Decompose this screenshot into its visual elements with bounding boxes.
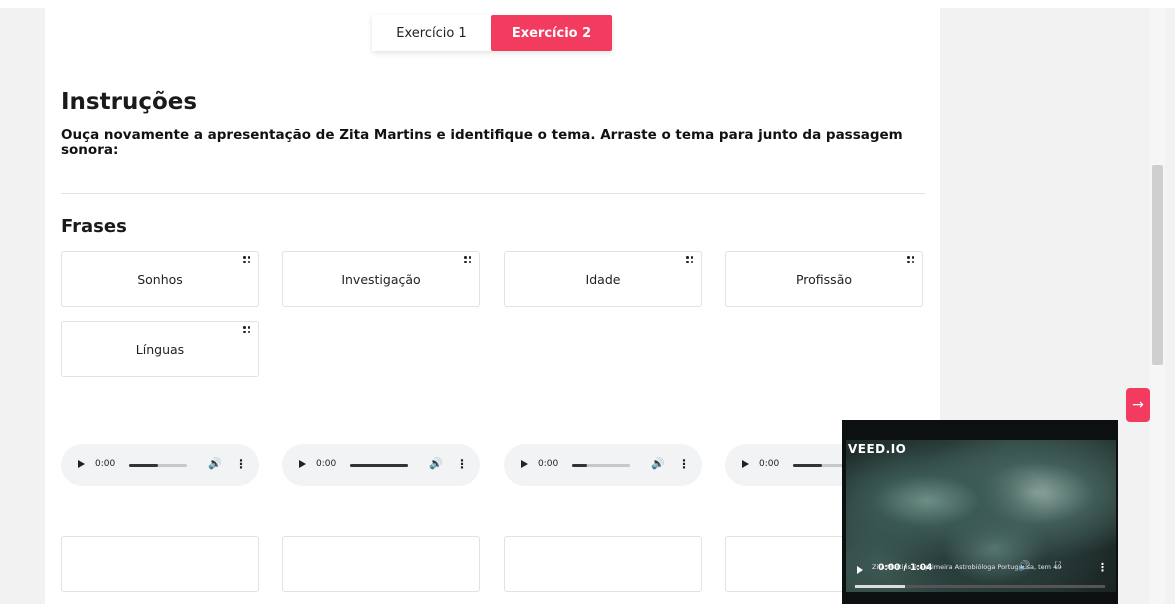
exercise-tabs: Exercício 1 Exercício 2	[372, 15, 612, 51]
audio-player: 0:00 🔊 ⋮	[61, 444, 259, 486]
tab-exercise-2[interactable]: Exercício 2	[491, 15, 612, 51]
video-player[interactable]: VEED.IO Zita Martins é a primeira Astrob…	[842, 420, 1118, 604]
play-icon[interactable]	[299, 460, 306, 468]
video-time: 0:00 / 1:04	[878, 563, 933, 573]
audio-seek-fill	[793, 464, 822, 467]
audio-seek-fill	[572, 464, 587, 467]
phrase-label: Profissão	[795, 271, 853, 287]
play-icon[interactable]	[521, 460, 528, 468]
audio-seek-fill	[350, 464, 408, 467]
phrase-label: Línguas	[135, 341, 185, 357]
audio-time: 0:00	[95, 459, 116, 469]
tab-exercise-1[interactable]: Exercício 1	[372, 15, 491, 51]
drag-handle-icon[interactable]	[243, 326, 251, 334]
phrase-chip[interactable]: Idade	[504, 251, 702, 307]
drop-zone[interactable]	[504, 536, 702, 592]
phrase-label: Sonhos	[137, 271, 183, 287]
phrase-chip[interactable]: Investigação	[282, 251, 480, 307]
video-seek-fill	[855, 585, 905, 588]
audio-time: 0:00	[538, 459, 559, 469]
drag-handle-icon[interactable]	[907, 256, 915, 264]
drag-handle-icon[interactable]	[464, 256, 472, 264]
play-icon[interactable]	[857, 566, 863, 574]
audio-seek-bar[interactable]	[129, 464, 187, 467]
audio-player: 0:00 🔊 ⋮	[504, 444, 702, 486]
audio-time: 0:00	[759, 459, 780, 469]
phrases-heading: Frases	[61, 216, 127, 237]
drag-handle-icon[interactable]	[686, 256, 694, 264]
volume-icon[interactable]: 🔊	[429, 457, 443, 470]
video-watermark: VEED.IO	[848, 442, 907, 456]
phrase-label: Idade	[585, 271, 621, 287]
drop-zone[interactable]	[282, 536, 480, 592]
audio-seek-bar[interactable]	[350, 464, 408, 467]
drop-zone[interactable]	[61, 536, 259, 592]
volume-icon[interactable]: 🔊	[1018, 561, 1030, 572]
next-button[interactable]: →	[1126, 388, 1150, 422]
play-icon[interactable]	[742, 460, 749, 468]
scrollbar-thumb[interactable]	[1152, 165, 1163, 365]
instructions-text: Ouça novamente a apresentação de Zita Ma…	[61, 127, 903, 158]
more-options-icon[interactable]: ⋮	[678, 457, 690, 471]
more-options-icon[interactable]: ⋮	[456, 457, 468, 471]
audio-player: 0:00 🔊 ⋮	[282, 444, 480, 486]
drag-handle-icon[interactable]	[243, 256, 251, 264]
phrase-chip[interactable]: Profissão	[725, 251, 923, 307]
phrase-chip[interactable]: Sonhos	[61, 251, 259, 307]
top-strip	[0, 0, 1175, 8]
phrase-label: Investigação	[341, 271, 421, 287]
fullscreen-icon[interactable]: ⛶	[1055, 561, 1061, 571]
volume-icon[interactable]: 🔊	[208, 457, 222, 470]
arrow-right-icon: →	[1132, 397, 1144, 413]
play-icon[interactable]	[78, 460, 85, 468]
divider	[61, 193, 925, 194]
video-seek-bar[interactable]	[855, 585, 1105, 588]
instructions-title: Instruções	[61, 89, 198, 115]
audio-seek-bar[interactable]	[572, 464, 630, 467]
more-options-icon[interactable]: ⋮	[235, 457, 247, 471]
audio-seek-fill	[129, 464, 158, 467]
phrase-chip[interactable]: Línguas	[61, 321, 259, 377]
audio-time: 0:00	[316, 459, 337, 469]
volume-icon[interactable]: 🔊	[651, 457, 665, 470]
more-options-icon[interactable]: ⋮	[1097, 561, 1108, 574]
